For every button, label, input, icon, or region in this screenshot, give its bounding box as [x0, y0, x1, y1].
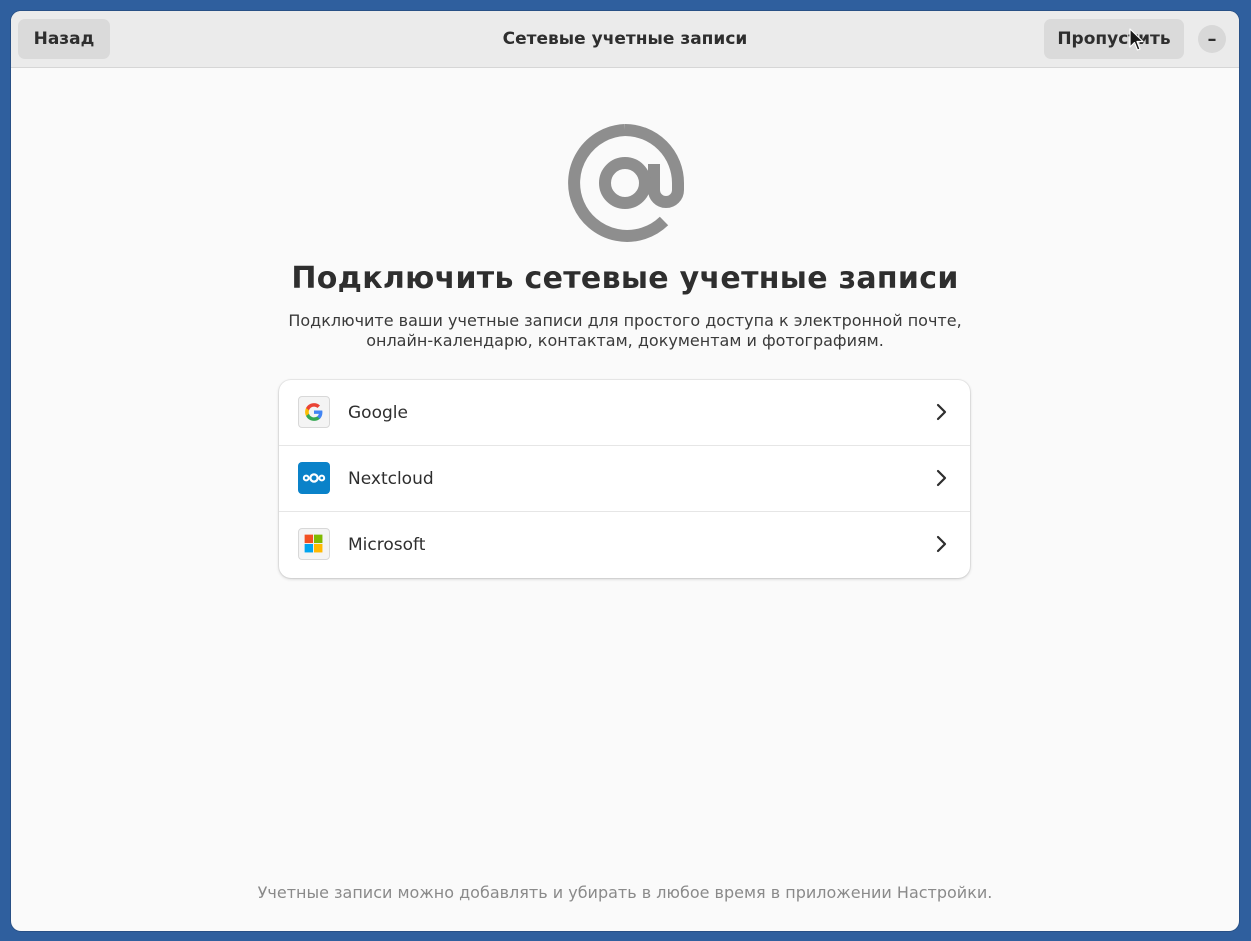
page-description: Подключите ваши учетные записи для прост… — [271, 311, 979, 351]
provider-label: Nextcloud — [348, 468, 434, 489]
provider-row-nextcloud[interactable]: Nextcloud — [279, 446, 970, 512]
mouse-cursor-icon — [1129, 28, 1144, 51]
nextcloud-icon — [298, 462, 330, 494]
description-line-1: Подключите ваши учетные записи для прост… — [288, 311, 962, 330]
provider-row-microsoft[interactable]: Microsoft — [279, 512, 970, 578]
chevron-right-icon — [936, 469, 947, 487]
provider-row-google[interactable]: Google — [279, 380, 970, 446]
google-icon — [298, 396, 330, 428]
skip-button[interactable]: Пропустить — [1044, 19, 1184, 59]
provider-label: Google — [348, 402, 408, 423]
microsoft-icon — [298, 528, 330, 560]
back-button[interactable]: Назад — [18, 19, 110, 59]
setup-window: Сетевые учетные записи Назад Пропустить … — [11, 11, 1239, 931]
footer-note: Учетные записи можно добавлять и убирать… — [257, 883, 993, 902]
minimize-icon: – — [1207, 28, 1217, 50]
minimize-button[interactable]: – — [1198, 25, 1226, 53]
page-heading: Подключить сетевые учетные записи — [291, 261, 959, 296]
description-line-2: онлайн-календарю, контактам, документам … — [366, 331, 884, 350]
at-sign-icon — [568, 124, 684, 242]
headerbar: Сетевые учетные записи Назад Пропустить … — [11, 11, 1239, 68]
chevron-right-icon — [936, 535, 947, 553]
provider-list: Google Nextcloud Microsoft — [279, 380, 970, 578]
chevron-right-icon — [936, 403, 947, 421]
provider-label: Microsoft — [348, 534, 426, 555]
